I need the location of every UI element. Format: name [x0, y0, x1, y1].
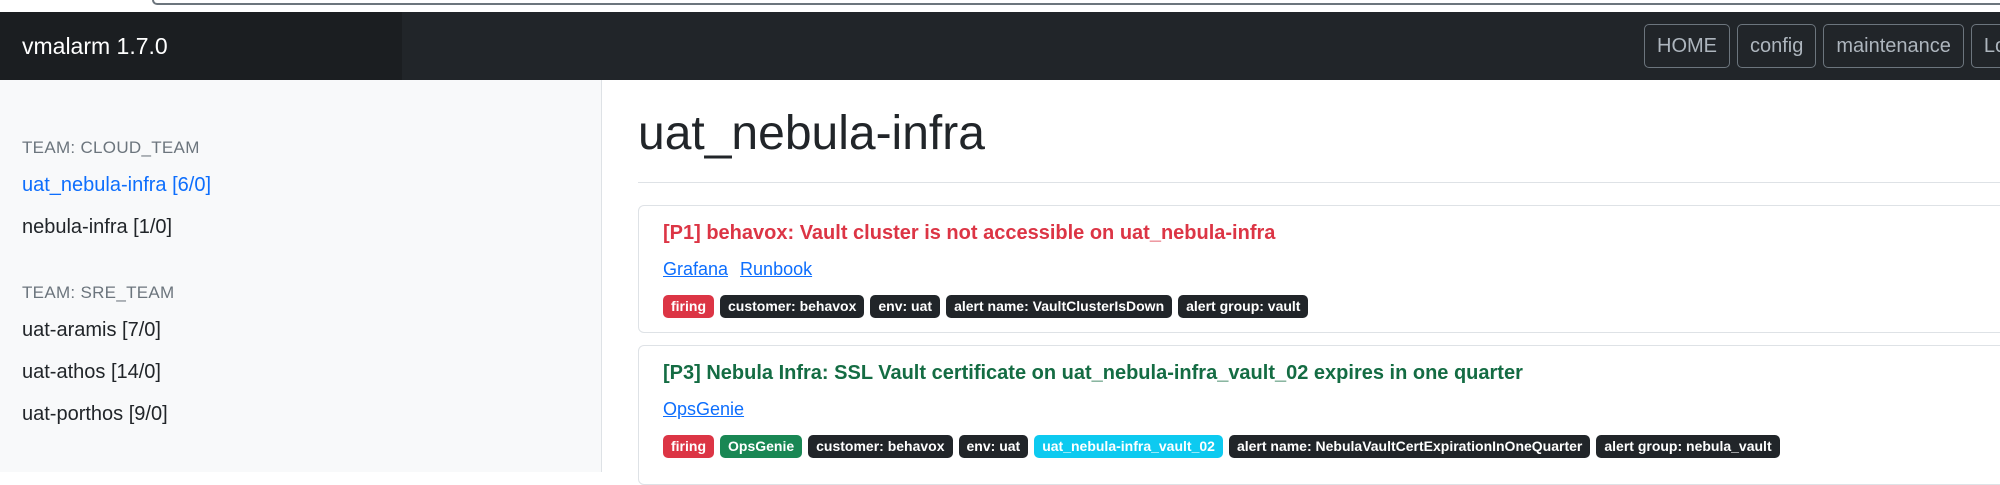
label-badge: customer: behavox	[720, 295, 865, 318]
team-title-cloud: TEAM: CLOUD_TEAM	[22, 138, 200, 157]
nav-links: HOME config maintenance Lo	[1644, 24, 2000, 68]
runbook-link[interactable]: Runbook	[740, 259, 812, 280]
opsgenie-badge: OpsGenie	[720, 435, 803, 458]
page-title: uat_nebula-infra	[638, 107, 985, 160]
sidebar-item-uat-aramis[interactable]: uat-aramis [7/0]	[22, 319, 161, 342]
label-badge: alert name: VaultClusterIsDown	[946, 295, 1173, 318]
sidebar: TEAM: CLOUD_TEAM uat_nebula-infra [6/0] …	[0, 80, 602, 472]
top-navbar: vmalarm 1.7.0 HOME config maintenance Lo	[0, 12, 2000, 80]
browser-tab-edge	[152, 0, 2000, 5]
label-badge: alert name: NebulaVaultCertExpirationInO…	[1228, 435, 1591, 458]
nav-logout-button[interactable]: Lo	[1970, 24, 2000, 68]
label-badge: env: uat	[958, 435, 1029, 458]
alert-card: [P3] Nebula Infra: SSL Vault certificate…	[638, 345, 2000, 485]
alert-badges: firing customer: behavox env: uat alert …	[663, 295, 1309, 318]
title-divider	[638, 182, 2000, 183]
team-title-sre: TEAM: SRE_TEAM	[22, 283, 175, 302]
alert-title[interactable]: [P3] Nebula Infra: SSL Vault certificate…	[663, 362, 1523, 385]
nav-maintenance-button[interactable]: maintenance	[1823, 24, 1964, 68]
nav-config-button[interactable]: config	[1737, 24, 1817, 68]
opsgenie-link[interactable]: OpsGenie	[663, 399, 744, 420]
grafana-link[interactable]: Grafana	[663, 259, 728, 280]
label-badge: customer: behavox	[808, 435, 953, 458]
sidebar-item-nebula-infra[interactable]: nebula-infra [1/0]	[22, 216, 172, 239]
alert-links: OpsGenie	[663, 399, 744, 420]
sidebar-item-uat-porthos[interactable]: uat-porthos [9/0]	[22, 403, 168, 426]
app-brand[interactable]: vmalarm 1.7.0	[0, 12, 402, 80]
alert-badges: firing OpsGenie customer: behavox env: u…	[663, 435, 1780, 458]
sidebar-item-uat-athos[interactable]: uat-athos [14/0]	[22, 361, 161, 384]
main-content: uat_nebula-infra [P1] behavox: Vault clu…	[602, 80, 2000, 485]
label-badge: alert group: vault	[1178, 295, 1309, 318]
sidebar-item-uat-nebula-infra[interactable]: uat_nebula-infra [6/0]	[22, 174, 211, 197]
status-badge: firing	[663, 295, 714, 318]
label-badge: alert group: nebula_vault	[1596, 435, 1780, 458]
status-badge: firing	[663, 435, 714, 458]
nav-home-button[interactable]: HOME	[1644, 24, 1730, 68]
alert-card: [P1] behavox: Vault cluster is not acces…	[638, 205, 2000, 333]
label-badge: env: uat	[870, 295, 941, 318]
instance-badge: uat_nebula-infra_vault_02	[1034, 435, 1223, 458]
browser-tab-strip	[0, 0, 2000, 12]
alert-title[interactable]: [P1] behavox: Vault cluster is not acces…	[663, 222, 1275, 245]
alert-links: Grafana Runbook	[663, 259, 812, 280]
